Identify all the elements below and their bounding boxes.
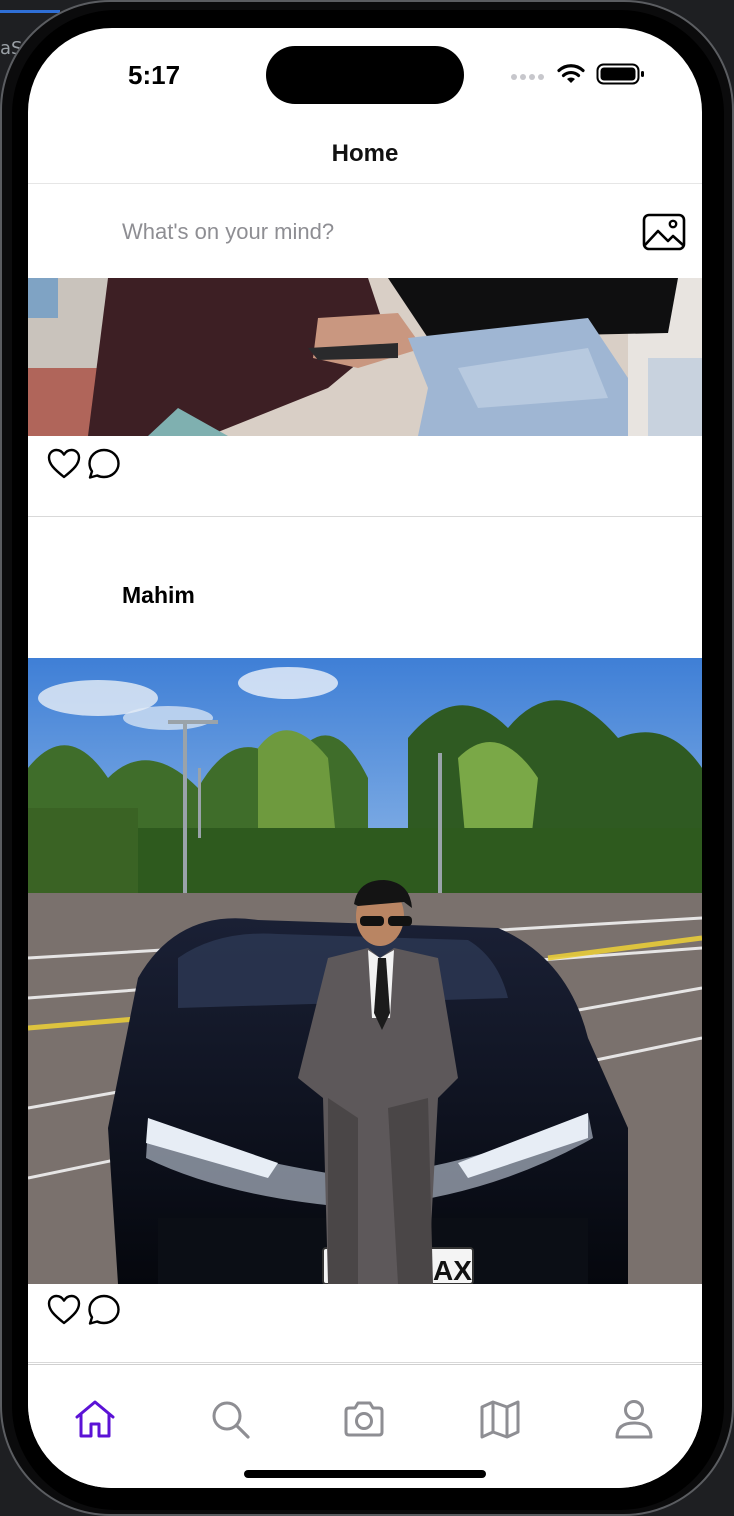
- man-in-suit-leaning-on-car-photo: GI AX: [28, 658, 702, 1284]
- camera-icon[interactable]: [340, 1395, 388, 1443]
- home-icon[interactable]: [71, 1395, 119, 1443]
- status-time: 5:17: [128, 60, 181, 90]
- post-divider: [28, 1362, 702, 1363]
- page-title: Home: [331, 139, 399, 167]
- post-image[interactable]: [28, 278, 702, 436]
- battery-icon: [596, 63, 644, 85]
- wifi-icon: [557, 64, 585, 83]
- post-composer: [28, 184, 702, 278]
- comment-icon[interactable]: [86, 446, 122, 482]
- home-indicator[interactable]: [244, 1470, 486, 1478]
- feed[interactable]: Mahim AX: [28, 278, 702, 1364]
- post-input[interactable]: [122, 214, 602, 250]
- comment-icon[interactable]: [86, 1292, 122, 1328]
- heart-icon[interactable]: [46, 1292, 82, 1328]
- heart-icon[interactable]: [46, 446, 82, 482]
- status-bar: 5:17: [28, 28, 702, 124]
- person-with-laptop-photo: [28, 278, 702, 436]
- post-author-name[interactable]: Mahim: [122, 582, 195, 609]
- search-icon[interactable]: [206, 1395, 254, 1443]
- post-actions: [46, 446, 122, 482]
- cellular-signal-icon: [511, 74, 544, 80]
- post-actions: [46, 1292, 122, 1328]
- photo-icon[interactable]: [642, 212, 686, 252]
- dynamic-island: [266, 46, 464, 104]
- navigation-bar: Home: [28, 124, 702, 184]
- map-icon[interactable]: [476, 1395, 524, 1443]
- license-plate-right-text: AX: [433, 1255, 472, 1284]
- post-image[interactable]: GI AX: [28, 658, 702, 1284]
- status-icons: [510, 62, 646, 86]
- desktop-accent-line: [0, 10, 60, 13]
- person-icon[interactable]: [610, 1395, 658, 1443]
- phone-screen: 5:17 Home What's on your mind? Mahim AX: [28, 28, 702, 1488]
- post-header: Mahim: [28, 516, 702, 658]
